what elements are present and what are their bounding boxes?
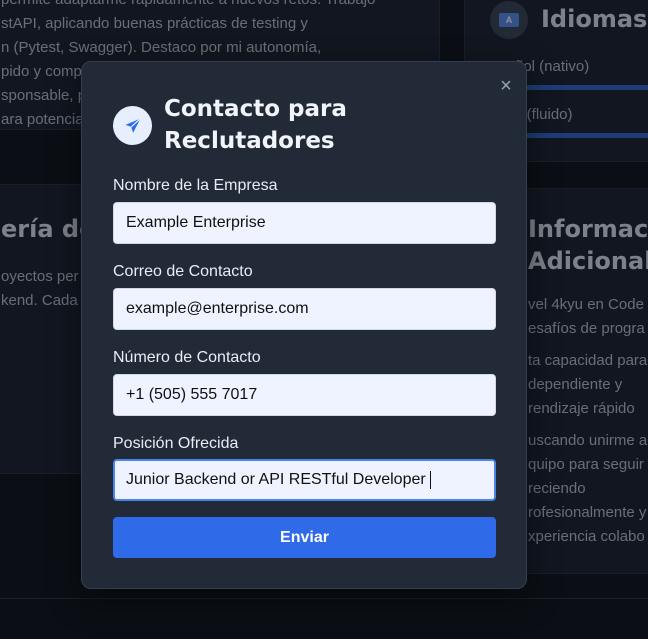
position-label: Posición Ofrecida xyxy=(113,435,239,452)
paper-plane-icon xyxy=(113,106,152,145)
company-name-input[interactable]: Example Enterprise xyxy=(113,202,496,244)
modal-title: Contacto para Reclutadores xyxy=(164,96,347,154)
contact-phone-label: Número de Contacto xyxy=(113,349,261,366)
position-value: Junior Backend or API RESTful Developer xyxy=(126,471,426,488)
contact-email-label: Correo de Contacto xyxy=(113,263,253,280)
contact-email-input[interactable]: example@enterprise.com xyxy=(113,288,496,330)
position-input[interactable]: Junior Backend or API RESTful Developer xyxy=(113,459,496,501)
company-name-label: Nombre de la Empresa xyxy=(113,177,278,194)
close-icon[interactable]: × xyxy=(498,76,514,96)
contact-phone-input[interactable]: +1 (505) 555 7017 xyxy=(113,374,496,416)
text-caret xyxy=(429,470,431,489)
recruiter-contact-modal: × Contacto para Reclutadores Nombre de l… xyxy=(81,61,527,589)
submit-button[interactable]: Enviar xyxy=(113,517,496,558)
